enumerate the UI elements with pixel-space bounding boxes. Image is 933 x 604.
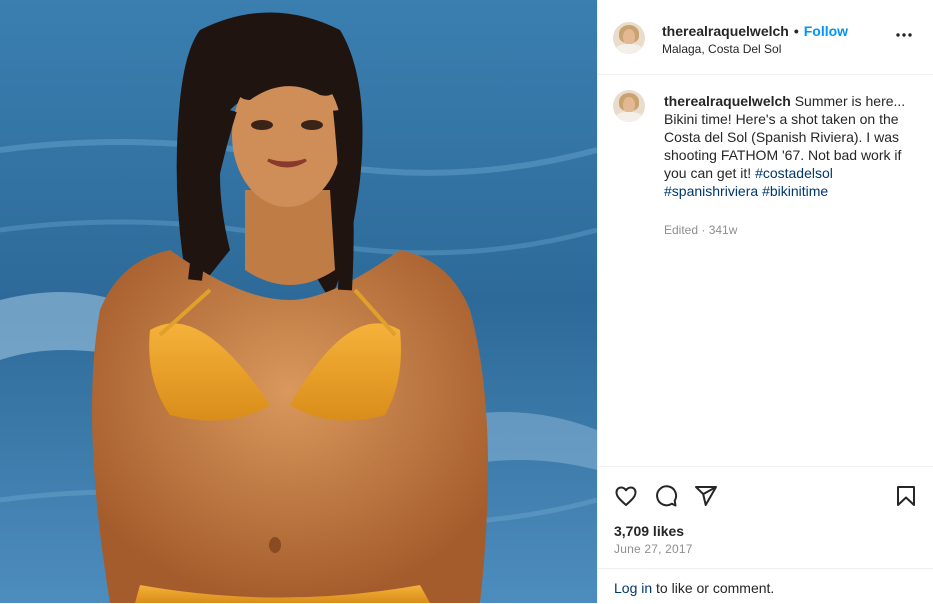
hashtag-bikinitime[interactable]: #bikinitime [762,183,828,199]
instagram-post: therealraquelwelch • Follow Malaga, Costa … [0,0,933,603]
follow-button[interactable]: Follow [804,23,848,39]
caption-meta: Edited · 341w [664,223,738,237]
photo-illustration [0,0,597,603]
post-location[interactable]: Malaga, Costa Del Sol [662,42,781,56]
share-icon[interactable] [694,484,718,513]
separator-dot: • [793,23,799,39]
hashtag-spanishriviera[interactable]: #spanishriviera [664,183,758,199]
more-horizontal-icon[interactable] [895,26,913,50]
caption-username[interactable]: therealraquelwelch [664,93,791,109]
heart-icon-svg [615,486,637,506]
author-line: therealraquelwelch • Follow [662,23,848,41]
post-header: therealraquelwelch • Follow Malaga, Costa … [598,0,933,75]
login-prompt: Log in to like or comment. [598,568,933,604]
post-photo[interactable] [0,0,597,603]
caption-avatar[interactable] [613,90,645,122]
post-caption: therealraquelwelch Summer is here... Bik… [664,92,914,200]
login-link[interactable]: Log in [614,580,652,596]
comment-icon-svg [656,485,678,507]
author-username[interactable]: therealraquelwelch [662,23,789,39]
share-icon-svg [695,486,717,506]
hashtag-costadelsol[interactable]: #costadelsol [755,165,833,181]
post-date[interactable]: June 27, 2017 [614,542,693,556]
actions-panel: 3,709 likes June 27, 2017 Log in to like… [598,466,933,603]
more-horizontal-icon-svg [896,33,912,37]
avatar-shirt [616,112,642,122]
login-text: to like or comment. [652,580,775,596]
avatar-shirt [616,44,642,54]
comment-icon[interactable] [654,484,678,513]
post-age[interactable]: 341w [709,223,738,237]
bookmark-icon-svg [897,486,915,506]
likes-count[interactable]: 3,709 likes [614,523,684,539]
heart-icon[interactable] [614,484,638,513]
post-sidebar: therealraquelwelch • Follow Malaga, Costa … [597,0,933,603]
edited-label: Edited [664,223,699,237]
author-avatar[interactable] [613,22,645,54]
bookmark-icon[interactable] [894,484,918,513]
